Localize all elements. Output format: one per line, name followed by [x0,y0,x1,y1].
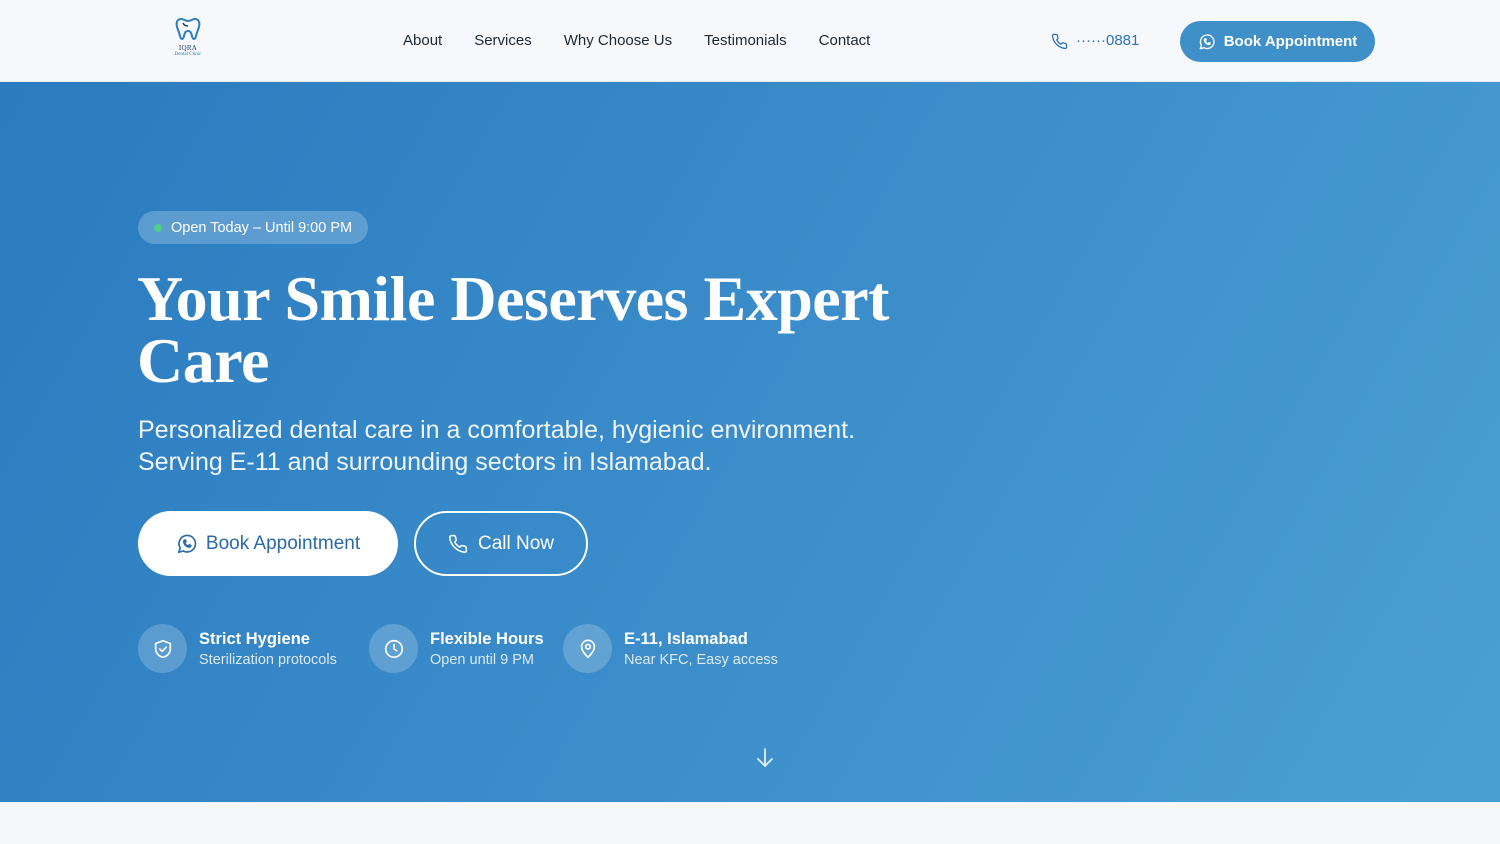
scroll-down-arrow[interactable] [755,746,775,770]
nav-why-choose-us[interactable]: Why Choose Us [564,30,672,52]
header-phone-number: ······0881 [1076,32,1140,49]
hero-title: Your Smile Deserves Expert Care [137,263,889,396]
clock-icon [384,639,403,658]
header-cta-label: Book Appointment [1223,33,1358,50]
feature-title: Flexible Hours [430,629,544,648]
feature-flexible-hours: Flexible Hours Open until 9 PM [369,624,544,673]
feature-description: Open until 9 PM [430,651,534,668]
hero-call-now-button[interactable]: Call Now [414,511,588,576]
hero-section: Open Today – Until 9:00 PM Your Smile De… [0,82,1500,802]
hero-book-appointment-button[interactable]: Book Appointment [138,511,398,576]
hero-subtitle: Personalized dental care in a comfortabl… [138,414,938,478]
open-status-badge: Open Today – Until 9:00 PM [138,211,369,244]
hero-call-now-label: Call Now [477,532,555,554]
feature-icon-wrap [138,624,187,673]
open-status-text: Open Today – Until 9:00 PM [171,219,353,236]
phone-icon [1051,33,1068,49]
feature-title: E-11, Islamabad [624,629,748,648]
hero-book-appointment-label: Book Appointment [205,532,361,554]
arrow-down-icon [757,748,773,767]
hero-subtitle-line-1: Personalized dental care in a comfortabl… [138,416,856,444]
feature-title: Strict Hygiene [199,629,310,648]
status-dot [154,223,162,232]
feature-strict-hygiene: Strict Hygiene Sterilization protocols [138,624,337,673]
whatsapp-icon [177,534,197,553]
feature-description: Sterilization protocols [199,651,337,668]
map-pin-icon [580,638,595,658]
header-phone-link[interactable]: ······0881 [1051,31,1139,51]
nav-services[interactable]: Services [474,30,532,52]
logo-subtitle: Dental Clinic [174,52,202,57]
header-book-appointment-button[interactable]: Book Appointment [1180,21,1375,62]
clinic-logo[interactable]: IQRA Dental Clinic [168,15,208,63]
whatsapp-icon [1199,33,1215,49]
feature-description: Near KFC, Easy access [624,651,778,668]
phone-icon [448,534,468,553]
feature-location: E-11, Islamabad Near KFC, Easy access [563,624,778,673]
nav-about[interactable]: About [403,30,442,52]
tooth-icon [175,17,201,40]
feature-icon-wrap [369,624,418,673]
feature-icon-wrap [563,624,612,673]
nav-testimonials[interactable]: Testimonials [704,30,787,52]
main-nav: About Services Why Choose Us Testimonial… [403,30,870,52]
hero-subtitle-line-2: Serving E-11 and surrounding sectors in … [138,448,712,476]
shield-check-icon [154,639,171,658]
logo-name: IQRA [178,44,198,52]
nav-contact[interactable]: Contact [819,30,871,52]
site-header: IQRA Dental Clinic About Services Why Ch… [0,0,1500,82]
